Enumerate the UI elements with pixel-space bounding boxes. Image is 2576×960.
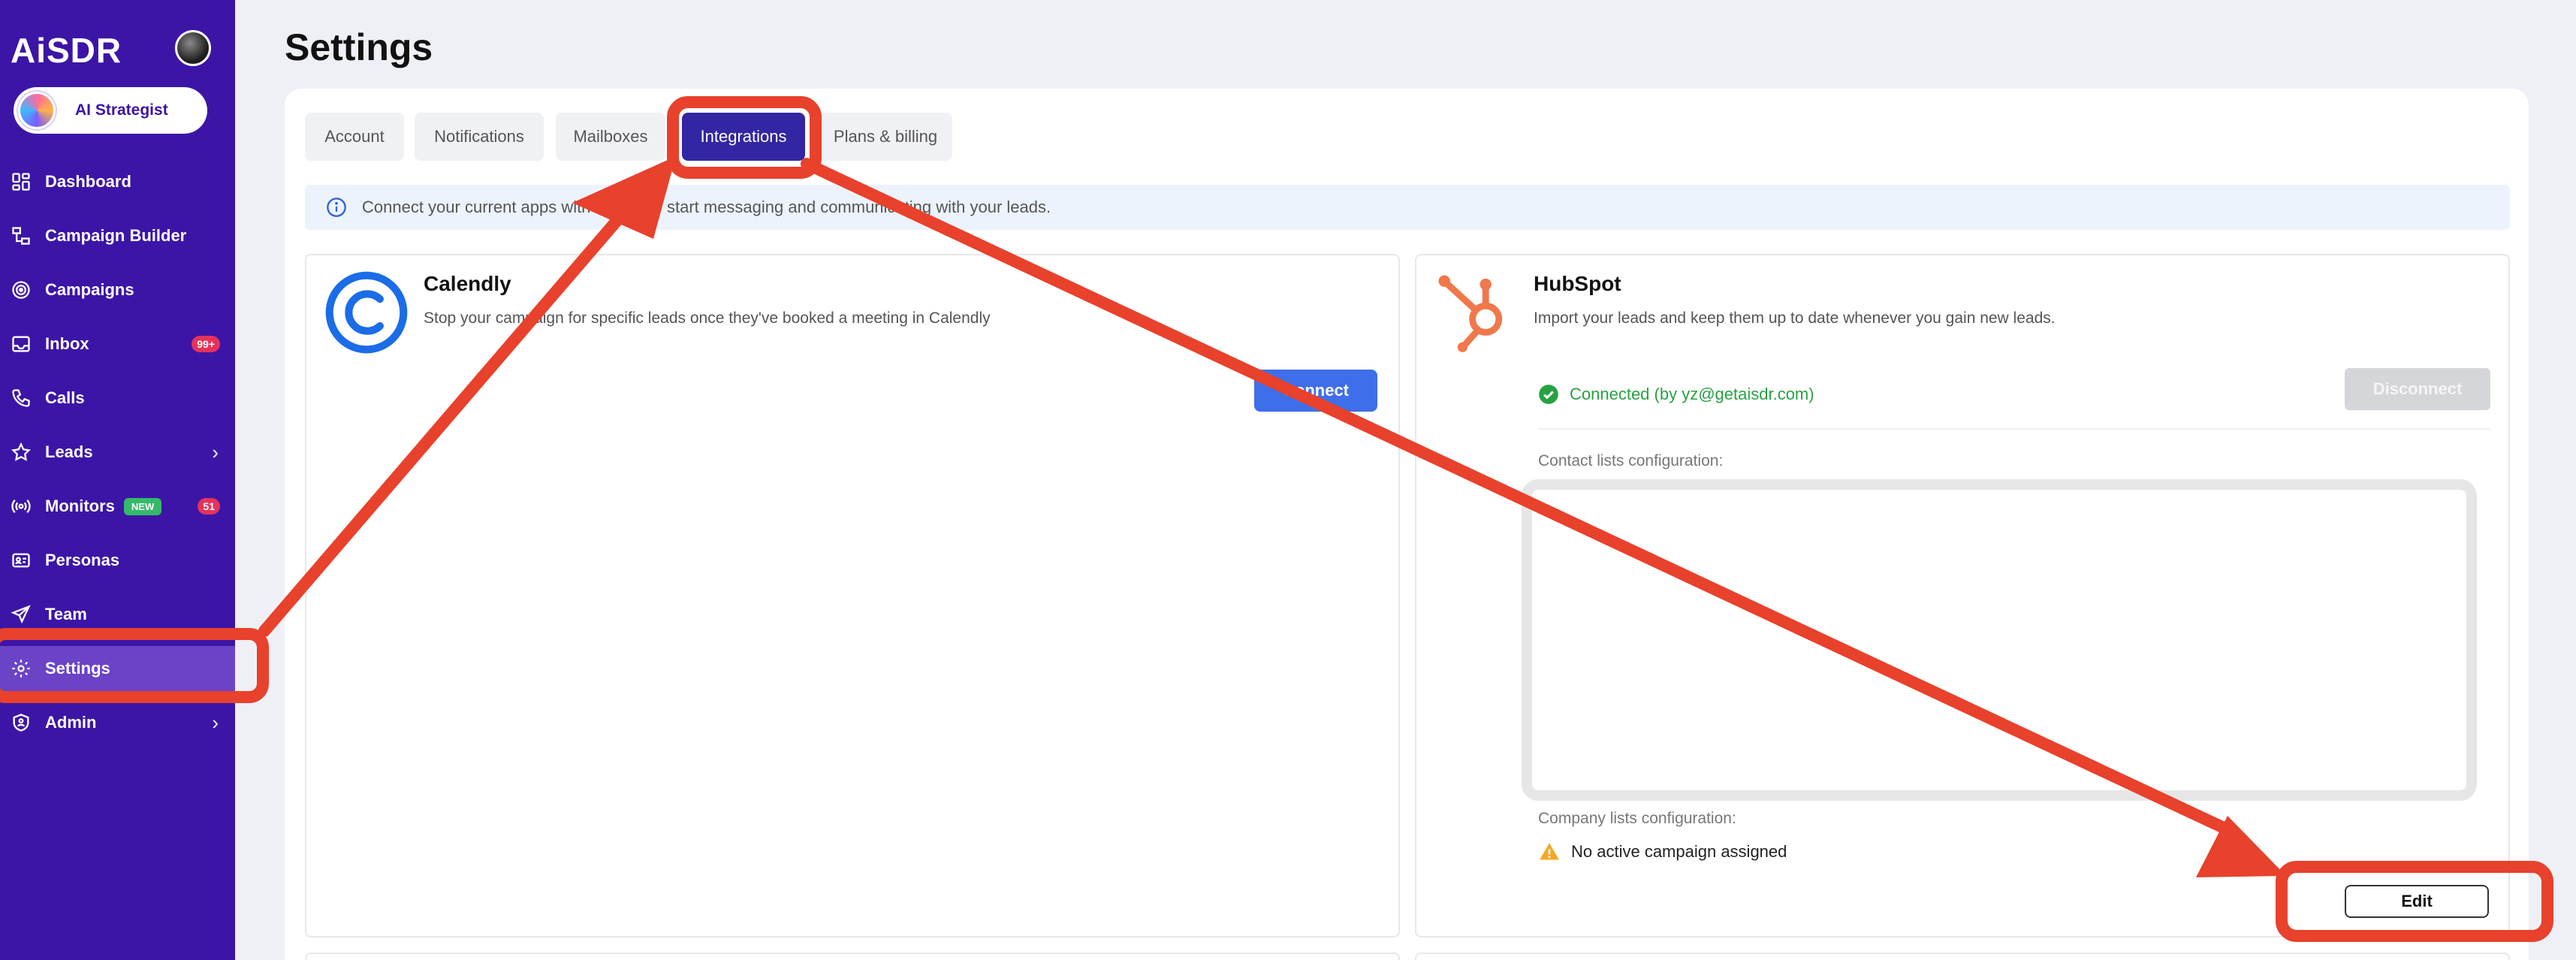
- ai-strategist-label: AI Strategist: [75, 101, 168, 119]
- sidebar-item-team[interactable]: Team: [0, 592, 235, 637]
- inbox-icon: [11, 334, 32, 355]
- avatar[interactable]: [175, 30, 211, 66]
- sidebar-item-campaigns[interactable]: Campaigns: [0, 267, 235, 312]
- new-badge: NEW: [123, 497, 162, 515]
- contact-lists-box[interactable]: [1522, 479, 2477, 801]
- next-panel-right: [1415, 952, 2510, 960]
- sidebar-item-label: Calls: [45, 388, 85, 407]
- sidebar-item-campaign-builder[interactable]: Campaign Builder: [0, 213, 235, 258]
- sidebar-item-label: Personas: [45, 551, 120, 569]
- tab-account[interactable]: Account: [305, 113, 404, 161]
- dashboard-icon: [11, 171, 32, 192]
- app-logo: AiSDR: [11, 31, 122, 70]
- shield-icon: [11, 712, 32, 733]
- info-banner-text: Connect your current apps with AiSDR to …: [362, 198, 1051, 216]
- phone-icon: [11, 388, 32, 409]
- sidebar-item-label: Team: [45, 605, 87, 623]
- divider: [1538, 428, 2490, 430]
- chevron-right-icon: ›: [212, 440, 219, 463]
- connection-status: Connected (by yz@getaisdr.com): [1538, 384, 1814, 405]
- sidebar-item-label: Campaign Builder: [45, 226, 187, 245]
- sidebar-item-leads[interactable]: Leads ›: [0, 430, 235, 475]
- sidebar-item-label: Dashboard: [45, 172, 131, 191]
- info-banner: Connect your current apps with AiSDR to …: [305, 185, 2510, 230]
- connect-button[interactable]: Connect: [1254, 370, 1377, 412]
- sidebar-item-label: Campaigns: [45, 280, 134, 299]
- check-circle-icon: [1539, 385, 1558, 404]
- broadcast-icon: [11, 496, 32, 517]
- next-panel-left: [305, 952, 1400, 960]
- sidebar-item-inbox[interactable]: Inbox 99+: [0, 322, 235, 367]
- warning-icon: [1540, 843, 1559, 860]
- send-icon: [11, 604, 32, 625]
- sidebar-item-label: Inbox: [45, 334, 89, 353]
- page-title: Settings: [285, 26, 433, 68]
- sidebar-item-label: Settings: [45, 659, 110, 678]
- hubspot-description: Import your leads and keep them up to da…: [1534, 309, 2056, 327]
- calendly-panel: [305, 254, 1400, 937]
- tab-plans-billing[interactable]: Plans & billing: [819, 113, 952, 161]
- sidebar: AiSDR AI Strategist Dashboard Campaign B…: [0, 0, 235, 960]
- sidebar-item-settings[interactable]: Settings: [0, 646, 235, 691]
- sidebar-item-label: Leads: [45, 442, 93, 461]
- calendly-title: Calendly: [424, 272, 511, 295]
- contact-lists-label: Contact lists configuration:: [1538, 452, 1724, 469]
- tab-notifications[interactable]: Notifications: [415, 113, 544, 161]
- sidebar-item-label: Monitors: [45, 497, 115, 515]
- info-icon: [327, 198, 346, 217]
- sidebar-item-monitors[interactable]: Monitors NEW 51: [0, 484, 235, 529]
- ai-orb-icon: [18, 92, 56, 129]
- sidebar-item-admin[interactable]: Admin ›: [0, 700, 235, 745]
- sidebar-item-dashboard[interactable]: Dashboard: [0, 159, 235, 204]
- tab-mailboxes[interactable]: Mailboxes: [556, 113, 665, 161]
- campaigns-icon: [11, 279, 32, 300]
- edit-button[interactable]: Edit: [2345, 885, 2489, 918]
- company-lists-label: Company lists configuration:: [1538, 810, 1736, 827]
- disconnect-button[interactable]: Disconnect: [2345, 368, 2490, 410]
- hubspot-title: HubSpot: [1534, 272, 1621, 295]
- campaign-builder-icon: [11, 225, 32, 246]
- chevron-right-icon: ›: [212, 711, 219, 734]
- sidebar-item-label: Admin: [45, 713, 97, 732]
- warning-text: No active campaign assigned: [1571, 842, 1787, 861]
- calendly-description: Stop your campaign for specific leads on…: [424, 309, 991, 327]
- inbox-count-badge: 99+: [192, 336, 220, 352]
- connection-status-text: Connected (by yz@getaisdr.com): [1570, 385, 1814, 403]
- sidebar-item-personas[interactable]: Personas: [0, 538, 235, 583]
- company-lists-warning: No active campaign assigned: [1538, 841, 1787, 862]
- ai-strategist-button[interactable]: AI Strategist: [14, 87, 207, 134]
- sidebar-item-calls[interactable]: Calls: [0, 376, 235, 421]
- hubspot-logo-icon: [1438, 275, 1503, 352]
- calendly-logo-icon: [325, 271, 408, 354]
- tab-integrations[interactable]: Integrations: [682, 113, 805, 161]
- id-card-icon: [11, 550, 32, 571]
- star-icon: [11, 442, 32, 463]
- gear-icon: [11, 658, 32, 679]
- monitors-count-badge: 51: [198, 498, 220, 515]
